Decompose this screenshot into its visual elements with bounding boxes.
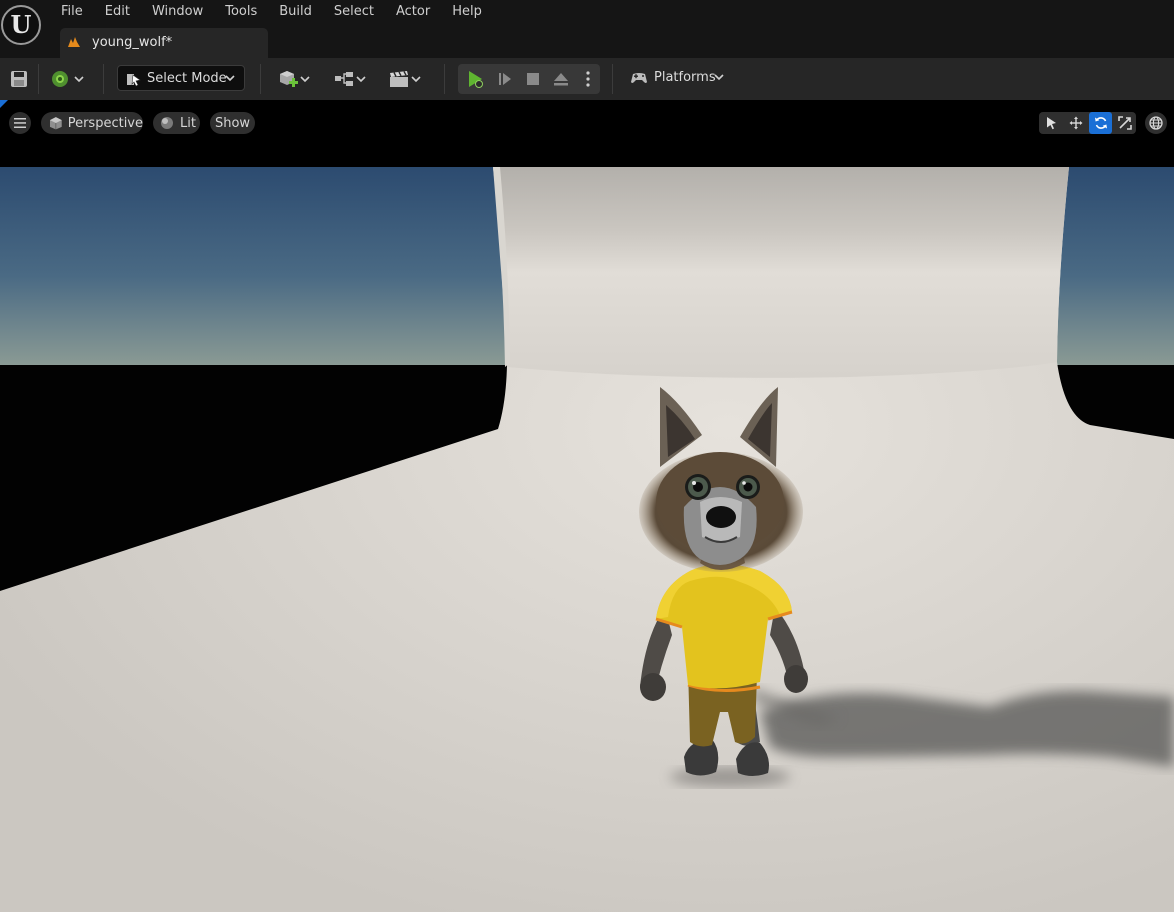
rotate-tool-button[interactable] <box>1089 112 1112 134</box>
save-icon <box>11 71 27 87</box>
perspective-cube-icon <box>49 117 62 130</box>
clapperboard-icon <box>390 71 408 87</box>
play-controls <box>458 64 600 94</box>
eject-button[interactable] <box>548 67 574 91</box>
menu-tools[interactable]: Tools <box>214 0 268 24</box>
scale-tool-button[interactable] <box>1113 112 1136 134</box>
move-arrows-icon <box>1069 116 1082 130</box>
save-button[interactable] <box>8 68 30 90</box>
blueprint-icon <box>335 72 353 86</box>
viewport-scene-render <box>0 167 1174 912</box>
menu-help[interactable]: Help <box>441 0 493 24</box>
stop-button[interactable] <box>520 67 546 91</box>
select-mode-label: Select Mode <box>147 71 227 86</box>
chevron-down-icon <box>714 74 724 81</box>
toolbar-separator <box>444 64 445 94</box>
document-tab-label: young_wolf* <box>92 35 173 50</box>
scale-icon <box>1117 116 1132 130</box>
cursor-arrow-icon <box>1046 117 1056 130</box>
level-icon <box>68 37 80 47</box>
toolbar-separator <box>103 64 104 94</box>
chevron-down-icon <box>356 76 366 83</box>
toolbar-separator <box>612 64 613 94</box>
play-button[interactable] <box>462 67 488 91</box>
show-flags-button[interactable]: Show <box>210 112 255 134</box>
menu-edit[interactable]: Edit <box>94 0 141 24</box>
chevron-down-icon <box>411 76 421 83</box>
play-options-button[interactable] <box>578 67 598 91</box>
viewport-options-button[interactable] <box>9 112 31 134</box>
more-options-icon <box>586 71 590 87</box>
add-actor-icon <box>280 71 298 87</box>
level-viewport[interactable] <box>0 167 1174 912</box>
select-mode-icon <box>127 74 141 87</box>
world-globe-button[interactable] <box>1145 112 1167 134</box>
source-control-icon <box>52 71 68 87</box>
eject-icon <box>554 73 568 86</box>
viewport-toolbar: Perspective Lit Show <box>0 100 1174 167</box>
hamburger-menu-icon <box>14 118 26 128</box>
globe-icon <box>1149 116 1163 130</box>
lighting-mode-label: Lit <box>180 115 196 131</box>
view-mode-label: Perspective <box>67 115 143 131</box>
select-tool-button[interactable] <box>1040 112 1063 134</box>
title-bar: U File Edit Window Tools Build Select Ac… <box>0 0 1174 58</box>
advance-frame-button[interactable] <box>492 67 518 91</box>
select-mode-dropdown[interactable]: Select Mode <box>117 65 245 91</box>
document-tab-young-wolf[interactable]: young_wolf* <box>60 28 268 58</box>
platforms-label: Platforms <box>654 70 716 85</box>
menu-actor[interactable]: Actor <box>385 0 441 24</box>
rotate-icon <box>1094 117 1107 129</box>
chevron-down-icon <box>300 76 310 83</box>
main-toolbar: Select Mode Platforms <box>0 58 1174 100</box>
transform-tools <box>1039 112 1136 134</box>
menu-bar: File Edit Window Tools Build Select Acto… <box>50 0 493 24</box>
menu-select[interactable]: Select <box>323 0 385 24</box>
coordinate-system-button[interactable] <box>1145 112 1167 134</box>
platforms-dropdown[interactable]: Platforms <box>625 66 735 90</box>
blueprint-button[interactable] <box>330 67 370 91</box>
gamepad-icon <box>631 73 647 83</box>
chevron-down-icon <box>225 75 235 82</box>
perspective-view-button[interactable]: Perspective <box>41 112 143 134</box>
menu-build[interactable]: Build <box>268 0 323 24</box>
lit-sphere-icon <box>161 117 173 129</box>
add-actor-button[interactable] <box>274 67 314 91</box>
menu-window[interactable]: Window <box>141 0 214 24</box>
toolbar-separator <box>38 64 39 94</box>
show-label: Show <box>214 115 251 131</box>
translate-tool-button[interactable] <box>1064 112 1087 134</box>
cinematics-button[interactable] <box>385 67 425 91</box>
unreal-logo-icon[interactable]: U <box>1 5 41 45</box>
viewport-active-corner <box>0 100 8 108</box>
step-forward-icon <box>499 73 511 85</box>
stop-icon <box>527 73 539 85</box>
lit-view-button[interactable]: Lit <box>153 112 200 134</box>
toolbar-separator <box>260 64 261 94</box>
chevron-down-icon <box>74 76 84 83</box>
play-icon <box>469 71 483 88</box>
source-control-button[interactable] <box>48 68 88 90</box>
menu-file[interactable]: File <box>50 0 94 24</box>
